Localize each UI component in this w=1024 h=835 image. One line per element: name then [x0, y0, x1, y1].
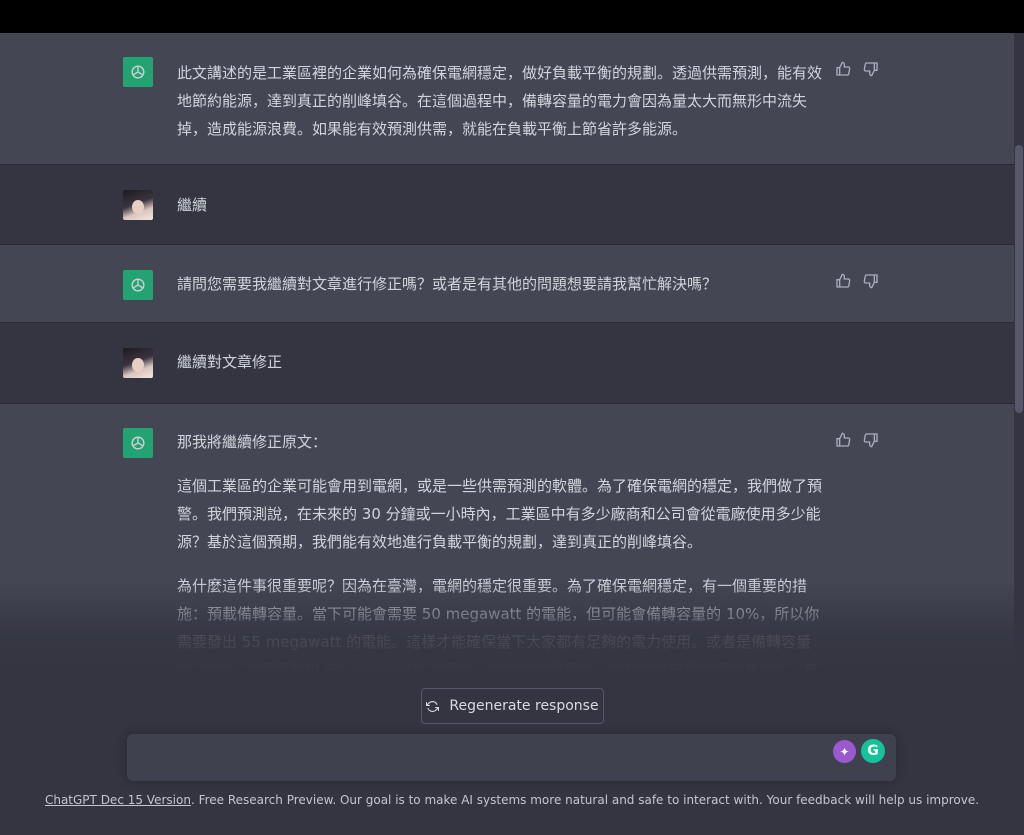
user-message: 繼續: [0, 165, 1014, 245]
thumbs-down-icon[interactable]: [863, 273, 879, 289]
thumbs-up-icon[interactable]: [835, 61, 851, 77]
message-text: 繼續: [177, 191, 824, 219]
assistant-message: 那我將繼續修正原文： 這個工業區的企業可能會用到電網，或是一些供需預測的軟體。為…: [0, 404, 1014, 733]
conversation-thread: 此文講述的是工業區裡的企業如何為確保電網穩定，做好負載平衡的規劃。透過供需預測，…: [0, 33, 1014, 733]
thumbs-up-icon[interactable]: [835, 432, 851, 448]
feedback-actions: [835, 61, 879, 77]
message-paragraph: 繼續: [177, 196, 208, 214]
message-text: 繼續對文章修正: [177, 348, 824, 376]
thumbs-up-icon[interactable]: [835, 273, 851, 289]
scrollbar[interactable]: [1014, 33, 1024, 835]
sparkle-icon[interactable]: ✦: [833, 740, 856, 763]
refresh-icon: [426, 700, 440, 712]
assistant-message: 此文講述的是工業區裡的企業如何為確保電網穩定，做好負載平衡的規劃。透過供需預測，…: [0, 33, 1014, 165]
footer: ChatGPT Dec 15 Version. Free Research Pr…: [0, 793, 1024, 807]
message-text: 此文講述的是工業區裡的企業如何為確保電網穩定，做好負載平衡的規劃。透過供需預測，…: [177, 59, 824, 143]
feedback-actions: [835, 432, 879, 448]
message-paragraph: 那我將繼續修正原文：: [177, 433, 328, 451]
feedback-actions: [835, 273, 879, 289]
grammarly-icon[interactable]: G: [861, 739, 885, 763]
message-paragraph: 請問您需要我繼續對文章進行修正嗎？或者是有其他的問題想要請我幫忙解決嗎？: [177, 275, 718, 293]
version-link[interactable]: ChatGPT Dec 15 Version: [45, 793, 191, 807]
prompt-input-container: ✦ G: [127, 734, 896, 781]
thumbs-down-icon[interactable]: [863, 432, 879, 448]
top-bar: [0, 0, 1024, 33]
message-text: 請問您需要我繼續對文章進行修正嗎？或者是有其他的問題想要請我幫忙解決嗎？: [177, 270, 824, 298]
scrollbar-thumb[interactable]: [1015, 145, 1023, 413]
assistant-message: 請問您需要我繼續對文章進行修正嗎？或者是有其他的問題想要請我幫忙解決嗎？: [0, 245, 1014, 323]
user-message: 繼續對文章修正: [0, 323, 1014, 404]
message-paragraph: 繼續對文章修正: [177, 353, 283, 371]
thumbs-down-icon[interactable]: [863, 61, 879, 77]
message-paragraph: 此文講述的是工業區裡的企業如何為確保電網穩定，做好負載平衡的規劃。透過供需預測，…: [177, 64, 823, 138]
message-paragraph: 這個工業區的企業可能會用到電網，或是一些供需預測的軟體。為了確保電網的穩定，我們…: [177, 477, 823, 551]
prompt-input[interactable]: [143, 747, 823, 769]
footer-text: . Free Research Preview. Our goal is to …: [190, 793, 980, 807]
regenerate-label: Regenerate response: [449, 698, 599, 714]
regenerate-response-button[interactable]: Regenerate response: [421, 688, 604, 724]
